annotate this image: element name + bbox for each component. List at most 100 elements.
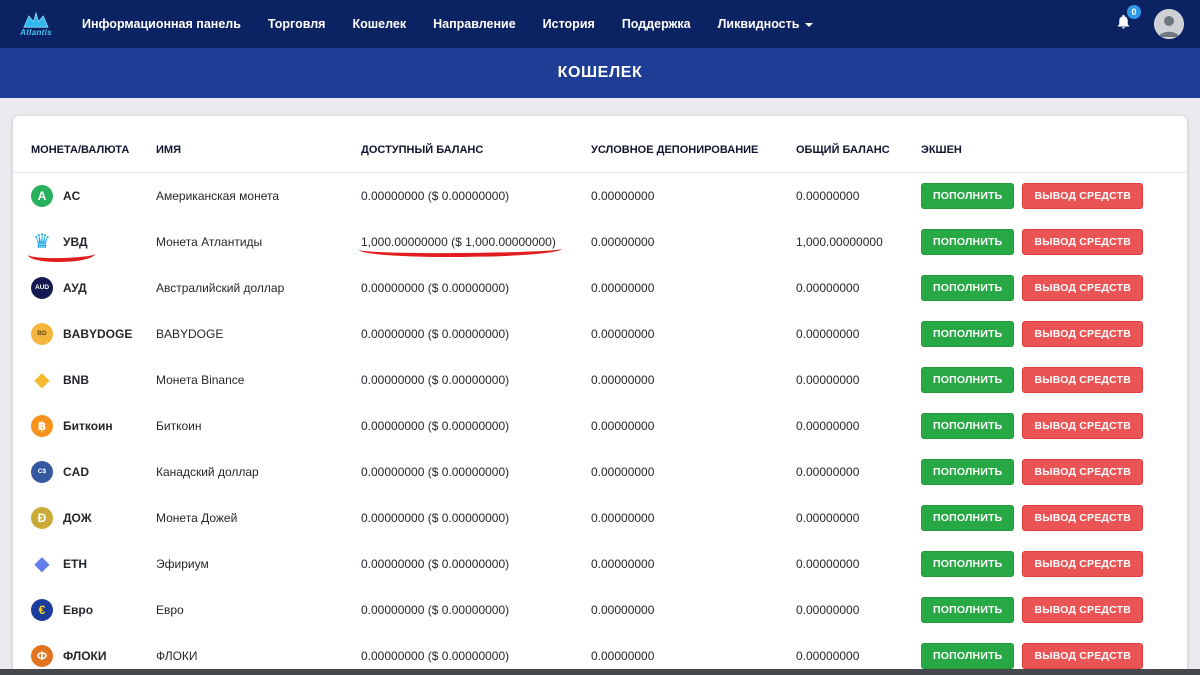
- table-row: AUD АУД Австралийский доллар 0.00000000 ($ …: [13, 265, 1187, 311]
- logo-text: Atlantis: [20, 27, 52, 37]
- available-balance: 0.00000000 ($ 0.00000000): [361, 281, 510, 295]
- nav-menu: Информационная панель Торговля Кошелек Напр…: [82, 17, 814, 31]
- top-nav: Atlantis Информационная панель Торговля Ко…: [0, 0, 1200, 48]
- escrow-balance: 0.00000000: [591, 603, 655, 617]
- total-balance: 0.00000000: [796, 373, 860, 387]
- coin-code: CAD: [63, 465, 89, 479]
- available-balance: 0.00000000 ($ 0.00000000): [361, 189, 510, 203]
- escrow-balance: 0.00000000: [591, 327, 655, 341]
- page-title: КОШЕЛЕК: [557, 64, 643, 81]
- column-header: ОБЩИЙ БАЛАНС: [788, 136, 913, 173]
- column-header: УСЛОВНОЕ ДЕПОНИРОВАНИЕ: [583, 136, 788, 173]
- total-balance: 0.00000000: [796, 189, 860, 203]
- coin-name: Монета Дожей: [156, 511, 238, 525]
- available-balance: 0.00000000 ($ 0.00000000): [361, 649, 510, 663]
- deposit-button[interactable]: ПОПОЛНИТЬ: [921, 505, 1015, 531]
- deposit-button[interactable]: ПОПОЛНИТЬ: [921, 551, 1015, 577]
- notification-badge: 0: [1127, 5, 1141, 19]
- withdraw-button[interactable]: ВЫВОД СРЕДСТВ: [1022, 275, 1144, 301]
- wallet-table: МОНЕТА/ВАЛЮТА ИМЯ ДОСТУПНЫЙ БАЛАНС УСЛОВНОЕ…: [13, 136, 1187, 675]
- table-row: ♛ УВД Монета Атлантиды 1,000.00000000 ($ 1,…: [13, 219, 1187, 265]
- deposit-button[interactable]: ПОПОЛНИТЬ: [921, 275, 1015, 301]
- chevron-down-icon: [805, 22, 814, 27]
- user-avatar[interactable]: [1154, 9, 1184, 39]
- doge-coin-icon: Ð: [31, 507, 53, 529]
- deposit-button[interactable]: ПОПОЛНИТЬ: [921, 183, 1015, 209]
- cad-coin-icon: C$: [31, 461, 53, 483]
- table-row: A AC Американская монета 0.00000000 ($ 0.00…: [13, 173, 1187, 220]
- deposit-button[interactable]: ПОПОЛНИТЬ: [921, 459, 1015, 485]
- coin-code: Биткоин: [63, 419, 113, 433]
- escrow-balance: 0.00000000: [591, 189, 655, 203]
- withdraw-button[interactable]: ВЫВОД СРЕДСТВ: [1022, 183, 1144, 209]
- table-row: ฿ Биткоин Биткоин 0.00000000 ($ 0.00000000)…: [13, 403, 1187, 449]
- escrow-balance: 0.00000000: [591, 373, 655, 387]
- total-balance: 0.00000000: [796, 281, 860, 295]
- available-balance: 0.00000000 ($ 0.00000000): [361, 327, 510, 341]
- withdraw-button[interactable]: ВЫВОД СРЕДСТВ: [1022, 597, 1144, 623]
- deposit-button[interactable]: ПОПОЛНИТЬ: [921, 229, 1015, 255]
- escrow-balance: 0.00000000: [591, 419, 655, 433]
- coin-code: BABYDOGE: [63, 327, 133, 341]
- withdraw-button[interactable]: ВЫВОД СРЕДСТВ: [1022, 321, 1144, 347]
- wallet-card: МОНЕТА/ВАЛЮТА ИМЯ ДОСТУПНЫЙ БАЛАНС УСЛОВНОЕ…: [13, 116, 1187, 675]
- deposit-button[interactable]: ПОПОЛНИТЬ: [921, 413, 1015, 439]
- deposit-button[interactable]: ПОПОЛНИТЬ: [921, 367, 1015, 393]
- available-balance: 0.00000000 ($ 0.00000000): [361, 465, 510, 479]
- escrow-balance: 0.00000000: [591, 281, 655, 295]
- nav-item-кошелек[interactable]: Кошелек: [352, 17, 406, 31]
- notifications-button[interactable]: 0: [1115, 5, 1141, 35]
- escrow-balance: 0.00000000: [591, 235, 655, 249]
- nav-item-торговля[interactable]: Торговля: [268, 17, 326, 31]
- table-header-row: МОНЕТА/ВАЛЮТА ИМЯ ДОСТУПНЫЙ БАЛАНС УСЛОВНОЕ…: [13, 136, 1187, 173]
- logo[interactable]: Atlantis: [16, 11, 56, 37]
- withdraw-button[interactable]: ВЫВОД СРЕДСТВ: [1022, 505, 1144, 531]
- withdraw-button[interactable]: ВЫВОД СРЕДСТВ: [1022, 367, 1144, 393]
- coin-code: ETH: [63, 557, 87, 571]
- coin-name: Монета Binance: [156, 373, 245, 387]
- coin-code: УВД: [63, 235, 88, 249]
- column-header: ИМЯ: [148, 136, 353, 173]
- coin-code: BNB: [63, 373, 89, 387]
- total-balance: 0.00000000: [796, 327, 860, 341]
- withdraw-button[interactable]: ВЫВОД СРЕДСТВ: [1022, 413, 1144, 439]
- nav-item-направление[interactable]: Направление: [433, 17, 516, 31]
- coin-name: Биткоин: [156, 419, 202, 433]
- withdraw-button[interactable]: ВЫВОД СРЕДСТВ: [1022, 229, 1144, 255]
- withdraw-button[interactable]: ВЫВОД СРЕДСТВ: [1022, 551, 1144, 577]
- coin-code: ФЛОКИ: [63, 649, 107, 663]
- table-row: C$ CAD Канадский доллар 0.00000000 ($ 0.000…: [13, 449, 1187, 495]
- nav-item-ликвидность[interactable]: Ликвидность: [718, 17, 814, 31]
- user-silhouette-icon: [1154, 9, 1184, 39]
- total-balance: 0.00000000: [796, 511, 860, 525]
- total-balance: 0.00000000: [796, 603, 860, 617]
- column-header: МОНЕТА/ВАЛЮТА: [13, 136, 148, 173]
- deposit-button[interactable]: ПОПОЛНИТЬ: [921, 597, 1015, 623]
- page-header-band: КОШЕЛЕК: [0, 48, 1200, 98]
- nav-item-информационная-панель[interactable]: Информационная панель: [82, 17, 241, 31]
- coin-name: BABYDOGE: [156, 327, 224, 341]
- escrow-balance: 0.00000000: [591, 557, 655, 571]
- bnb-coin-icon: ◆: [34, 369, 50, 391]
- total-balance: 1,000.00000000: [796, 235, 883, 249]
- main-content: МОНЕТА/ВАЛЮТА ИМЯ ДОСТУПНЫЙ БАЛАНС УСЛОВНОЕ…: [0, 98, 1200, 675]
- withdraw-button[interactable]: ВЫВОД СРЕДСТВ: [1022, 643, 1144, 669]
- available-balance: 0.00000000 ($ 0.00000000): [361, 511, 510, 525]
- nav-item-история[interactable]: История: [543, 17, 595, 31]
- babydoge-coin-icon: BD: [31, 323, 53, 345]
- wallet-table-body: A AC Американская монета 0.00000000 ($ 0.00…: [13, 173, 1187, 675]
- deposit-button[interactable]: ПОПОЛНИТЬ: [921, 321, 1015, 347]
- deposit-button[interactable]: ПОПОЛНИТЬ: [921, 643, 1015, 669]
- withdraw-button[interactable]: ВЫВОД СРЕДСТВ: [1022, 459, 1144, 485]
- table-row: ◆ BNB Монета Binance 0.00000000 ($ 0.000000…: [13, 357, 1187, 403]
- window-bottom-edge: [0, 669, 1200, 675]
- coin-name: Евро: [156, 603, 184, 617]
- american-coin-icon: A: [31, 185, 53, 207]
- escrow-balance: 0.00000000: [591, 511, 655, 525]
- coin-name: Австралийский доллар: [156, 281, 285, 295]
- table-row: Ð ДОЖ Монета Дожей 0.00000000 ($ 0.00000000…: [13, 495, 1187, 541]
- nav-item-поддержка[interactable]: Поддержка: [622, 17, 691, 31]
- aud-coin-icon: AUD: [31, 277, 53, 299]
- column-header: ДОСТУПНЫЙ БАЛАНС: [353, 136, 583, 173]
- available-balance: 0.00000000 ($ 0.00000000): [361, 557, 510, 571]
